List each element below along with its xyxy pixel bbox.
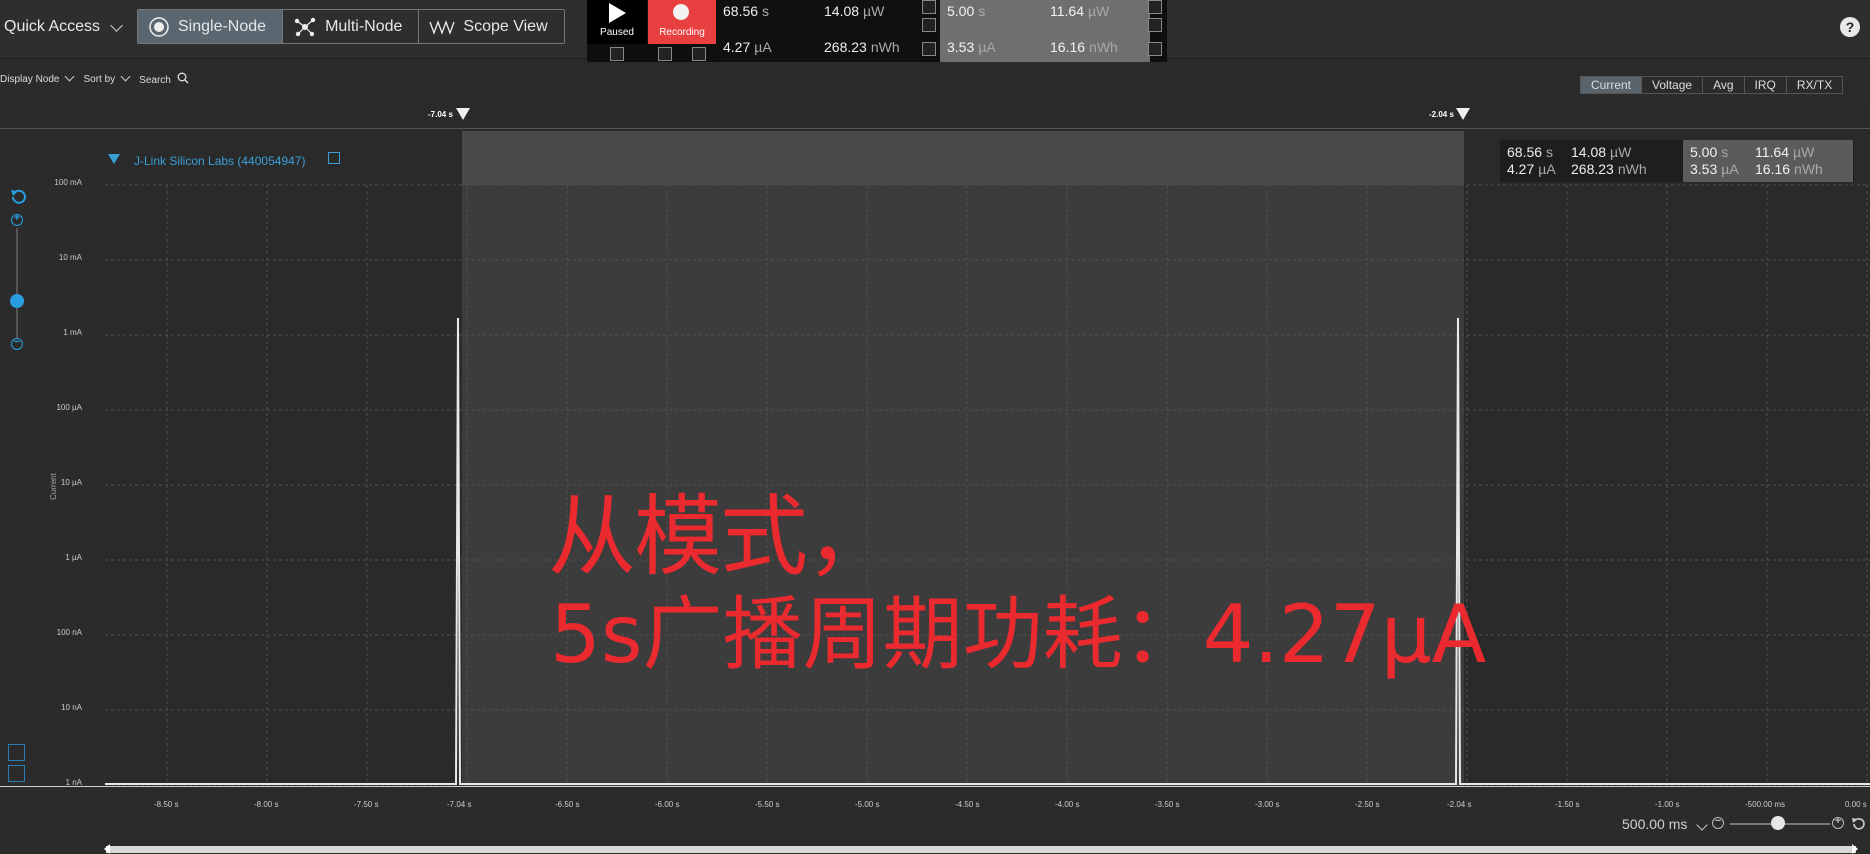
sel-time: 68.56 s bbox=[1507, 144, 1554, 160]
y-tick-label: 10 nA bbox=[61, 703, 82, 712]
x-tick-label: -8.50 s bbox=[154, 800, 179, 809]
x-tick-label: -1.00 s bbox=[1655, 800, 1680, 809]
x-tick-label: -7.50 s bbox=[354, 800, 379, 809]
zoom-slider-track[interactable] bbox=[16, 228, 18, 338]
reset-time-icon[interactable] bbox=[1850, 816, 1866, 832]
x-tick-label: -4.50 s bbox=[955, 800, 980, 809]
y-tick-label: 1 mA bbox=[63, 328, 82, 337]
x-tick-label: -6.00 s bbox=[655, 800, 680, 809]
sel-power: 14.08 µW bbox=[1571, 144, 1632, 160]
y-tick-label: 1 µA bbox=[65, 553, 82, 562]
x-tick-label: -4.00 s bbox=[1055, 800, 1080, 809]
selection-compare-readouts: 5.00 s 11.64 µW 3.53 µA 16.16 nWh bbox=[1683, 140, 1853, 182]
x-tick-label: 0.00 s bbox=[1845, 800, 1867, 809]
sel-current: 4.27 µA bbox=[1507, 161, 1556, 177]
x-tick-label: -5.00 s bbox=[855, 800, 880, 809]
y-tick-label: 100 mA bbox=[54, 178, 82, 187]
y-tick-label: 100 µA bbox=[56, 403, 82, 412]
x-tick-label: -5.50 s bbox=[755, 800, 780, 809]
time-zoom-out-icon[interactable]: − bbox=[1712, 815, 1724, 829]
x-tick-label: -6.50 s bbox=[555, 800, 580, 809]
x-tick-label: -7.04 s bbox=[447, 800, 472, 809]
x-tick-label: -8.00 s bbox=[254, 800, 279, 809]
sel-energy: 268.23 nWh bbox=[1571, 161, 1647, 177]
x-tick-label: -3.50 s bbox=[1155, 800, 1180, 809]
sel-compare-power: 11.64 µW bbox=[1755, 144, 1815, 160]
x-tick-label: -1.50 s bbox=[1555, 800, 1580, 809]
y-axis-title: Current bbox=[48, 473, 58, 500]
horizontal-scrollbar[interactable] bbox=[106, 846, 1856, 853]
collapse-node-icon[interactable] bbox=[108, 154, 120, 164]
sel-compare-energy: 16.16 nWh bbox=[1755, 161, 1823, 177]
zoom-slider-thumb[interactable] bbox=[10, 294, 24, 308]
x-axis bbox=[0, 786, 1870, 854]
sel-compare-current: 3.53 µA bbox=[1690, 161, 1739, 177]
zoom-in-icon[interactable]: + bbox=[11, 212, 23, 226]
linear-scale-icon[interactable] bbox=[8, 765, 25, 782]
x-tick-label: -2.50 s bbox=[1355, 800, 1380, 809]
time-scale-dropdown[interactable]: 500.00 ms bbox=[1622, 816, 1687, 832]
time-zoom-in-icon[interactable]: + bbox=[1832, 815, 1844, 829]
x-tick-label: -2.04 s bbox=[1447, 800, 1472, 809]
y-tick-label: 10 mA bbox=[58, 253, 82, 262]
sel-compare-time: 5.00 s bbox=[1690, 144, 1729, 160]
x-tick-label: -3.00 s bbox=[1255, 800, 1280, 809]
log-scale-icon[interactable] bbox=[8, 744, 25, 761]
y-tick-label: 10 µA bbox=[60, 478, 82, 487]
reset-zoom-icon[interactable] bbox=[9, 188, 27, 206]
plot-grid bbox=[105, 184, 1870, 786]
x-tick-label: -500.00 ms bbox=[1745, 800, 1786, 809]
zoom-out-icon[interactable]: − bbox=[11, 336, 23, 350]
time-zoom-thumb[interactable] bbox=[1771, 816, 1785, 830]
annotation-line-2: 5s广播周期功耗：4.27μA bbox=[550, 588, 1487, 681]
y-tick-label: 100 nA bbox=[56, 628, 82, 637]
device-menu-icon[interactable] bbox=[328, 152, 340, 164]
current-trace bbox=[105, 317, 1870, 785]
device-name: J-Link Silicon Labs (440054947) bbox=[134, 154, 306, 168]
